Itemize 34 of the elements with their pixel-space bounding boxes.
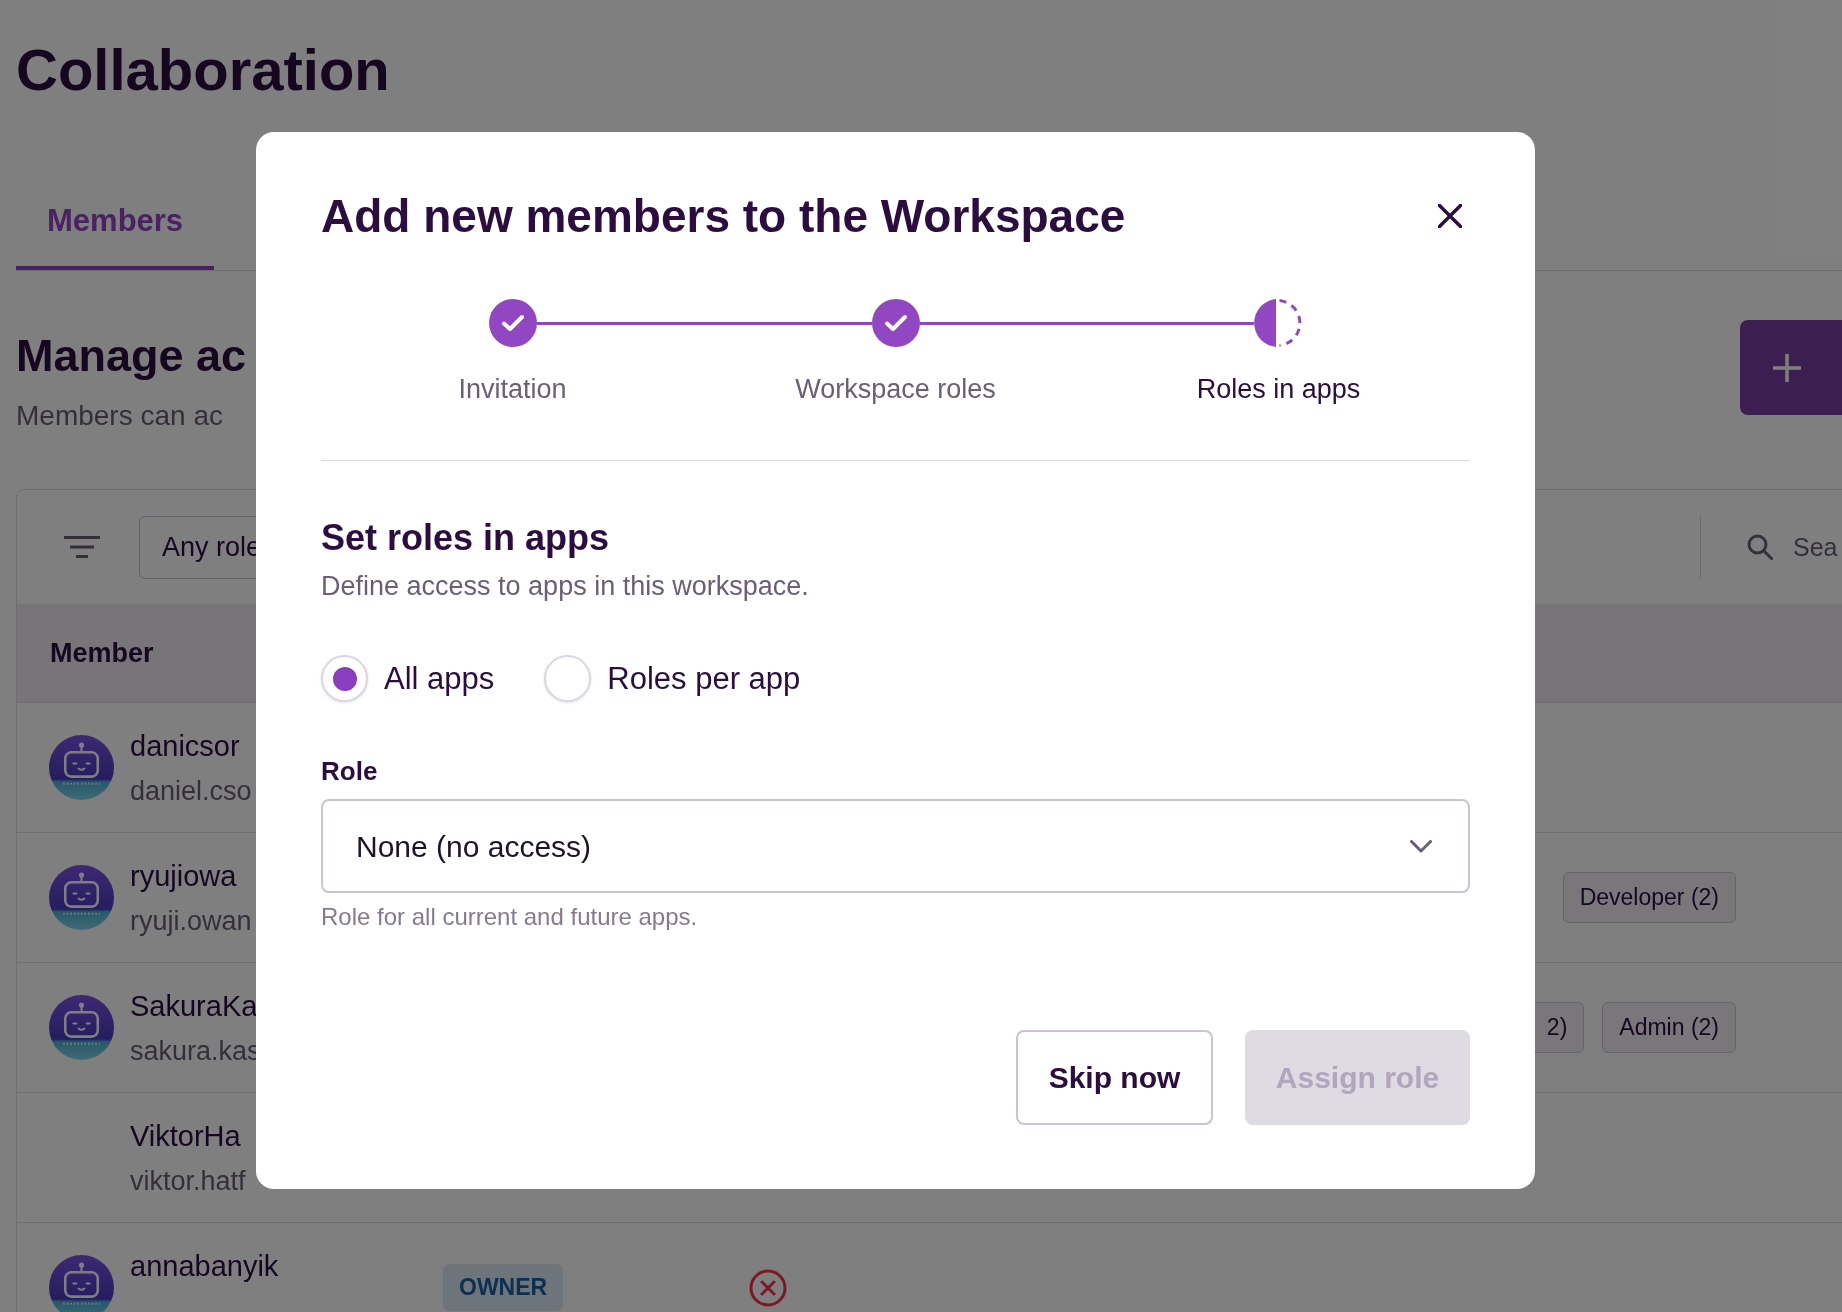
section-description: Define access to apps in this workspace. <box>321 570 809 602</box>
member-name: ryujiowa <box>130 858 237 893</box>
radio-option[interactable]: Roles per app <box>544 655 801 702</box>
search-icon <box>1747 534 1773 560</box>
app-role-badge: Developer (2) <box>1562 872 1736 923</box>
radio-option[interactable]: All apps <box>321 655 495 702</box>
step-label: Roles in apps <box>1196 373 1361 405</box>
workspace-role-badge: OWNER <box>443 1264 564 1311</box>
section-subheading: Members can ac <box>16 400 223 432</box>
member-email: viktor.hatf <box>130 1164 246 1197</box>
app-role-badge: Admin (2) <box>1602 1002 1736 1053</box>
field-hint: Role for all current and future apps. <box>321 903 698 931</box>
dialog-title: Add new members to the Workspace <box>321 189 1126 244</box>
section-heading: Manage ac <box>16 330 247 382</box>
member-name: SakuraKa <box>130 988 258 1023</box>
role-select[interactable]: None (no access) <box>321 799 1470 893</box>
filter-icon[interactable] <box>64 536 100 558</box>
member-name: ViktorHa <box>130 1118 241 1153</box>
member-name: annabanyik <box>130 1248 279 1283</box>
close-icon <box>1438 204 1462 228</box>
chevron-down-icon <box>1410 839 1432 853</box>
field-label: Role <box>321 755 378 787</box>
step-label: Workspace roles <box>795 373 996 405</box>
secondary-button[interactable]: Skip now <box>1016 1030 1213 1125</box>
column-header: Member <box>50 636 154 670</box>
step-label: Invitation <box>458 373 567 405</box>
member-name: danicsor <box>130 728 240 763</box>
member-email: ryuji.owan <box>130 904 252 937</box>
member-email: daniel.cso <box>130 774 252 807</box>
search-field[interactable]: Sea <box>1793 532 1839 562</box>
plus-icon <box>1773 353 1801 382</box>
section-title: Set roles in apps <box>321 516 610 560</box>
member-email: sakura.kas <box>130 1034 261 1067</box>
page-title: Collaboration <box>16 37 390 103</box>
